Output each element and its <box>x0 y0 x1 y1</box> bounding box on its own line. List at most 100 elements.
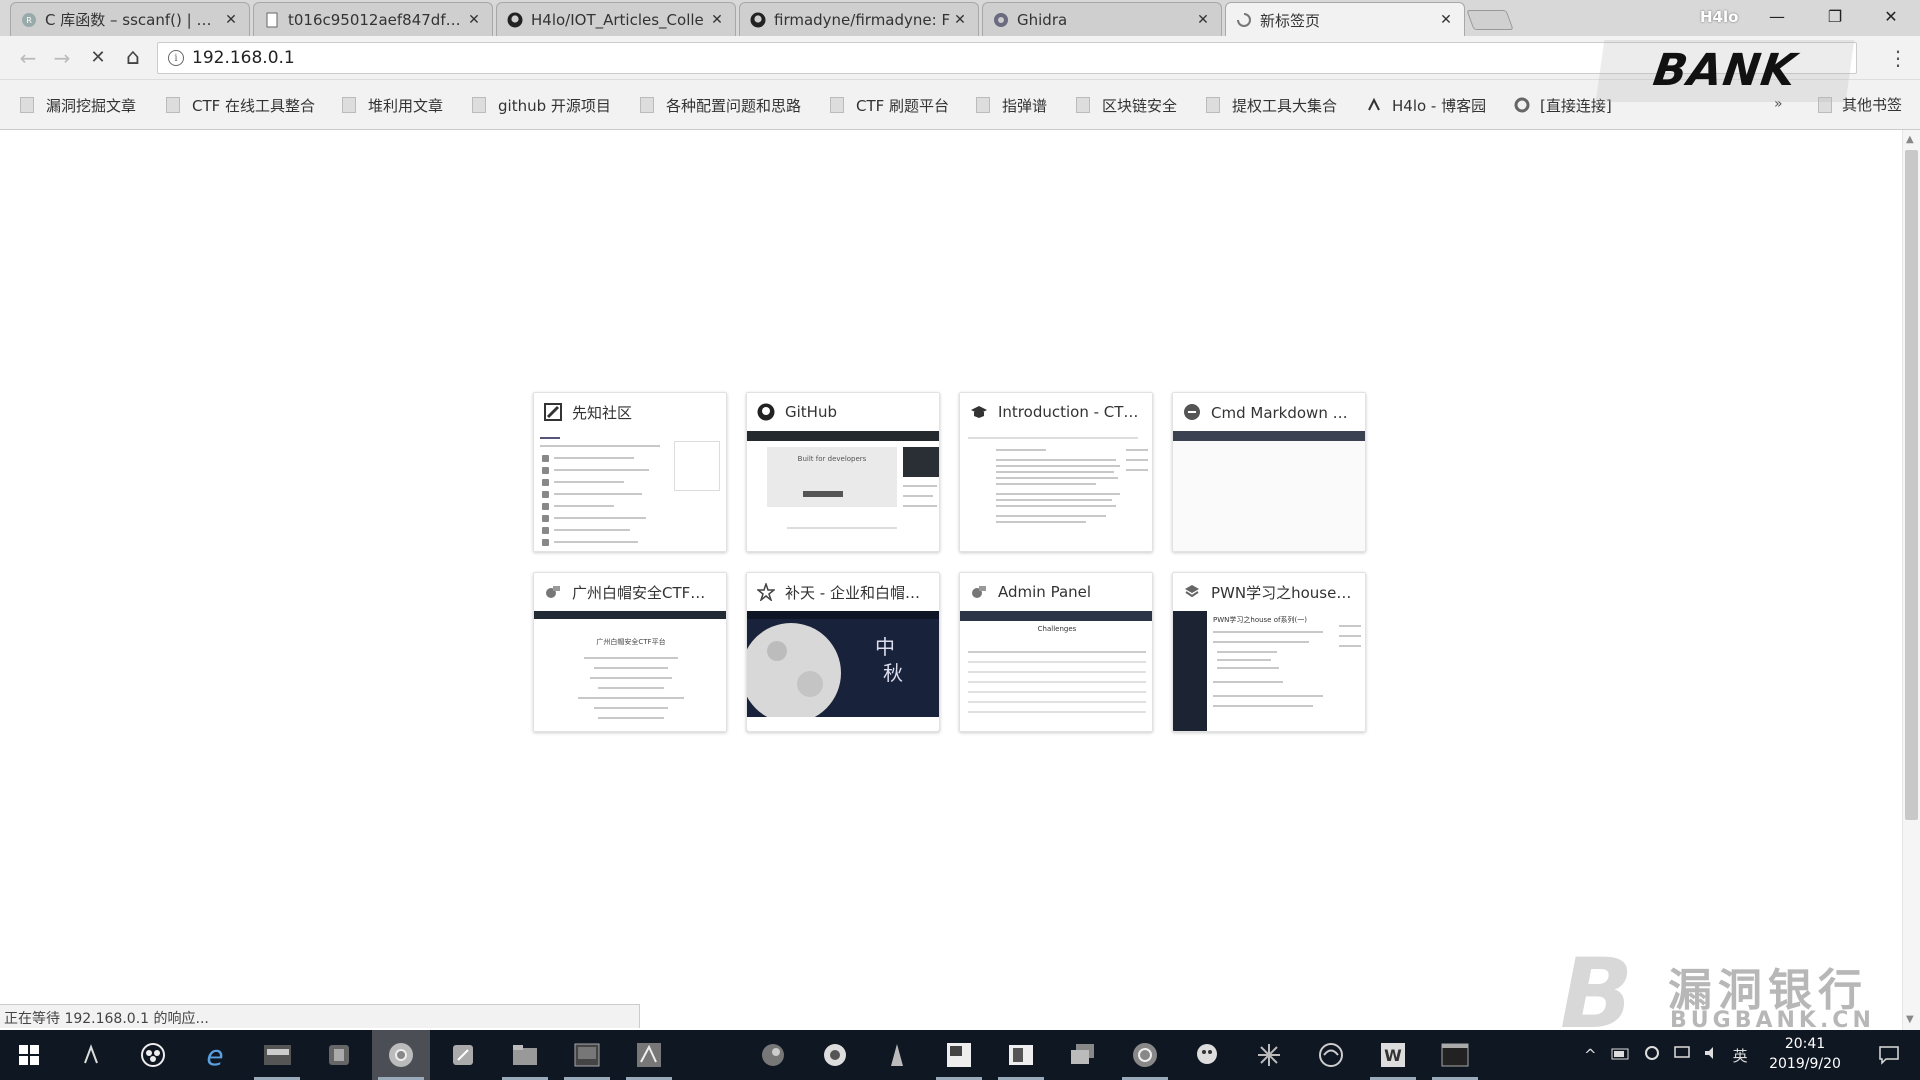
tile-title: GitHub <box>785 403 837 421</box>
taskbar-item[interactable] <box>1178 1030 1236 1080</box>
start-button[interactable] <box>0 1030 58 1080</box>
most-visited-tile[interactable]: 先知社区 <box>533 392 727 552</box>
menu-button[interactable]: ⋮ <box>1888 46 1908 70</box>
tab-close-button[interactable]: ✕ <box>709 12 725 28</box>
most-visited-tile[interactable]: Cmd Markdown 编... <box>1172 392 1366 552</box>
most-visited-tile[interactable]: Admin Panel Challenges <box>959 572 1153 732</box>
taskbar-item[interactable] <box>1302 1030 1360 1080</box>
taskbar-item[interactable] <box>1054 1030 1112 1080</box>
tab-sscanf[interactable]: R C 库函数 – sscanf() | 菜鸟 ✕ <box>10 2 250 36</box>
site-info-icon[interactable]: i <box>168 50 184 66</box>
taskbar-item[interactable] <box>62 1030 120 1080</box>
tab-ghidra[interactable]: Ghidra ✕ <box>982 2 1222 36</box>
bookmark-folder[interactable]: CTF 在线工具整合 <box>166 94 315 116</box>
tab-firmadyne[interactable]: firmadyne/firmadyne: F ✕ <box>739 2 979 36</box>
qq-icon <box>1193 1041 1221 1069</box>
url-text[interactable]: 192.168.0.1 <box>192 48 295 68</box>
new-tab-button[interactable] <box>1466 10 1514 30</box>
app-icon <box>325 1041 353 1069</box>
clock-time: 20:41 <box>1784 1036 1826 1052</box>
taskbar-item[interactable] <box>248 1030 306 1080</box>
ime-indicator[interactable]: 英 <box>1733 1045 1748 1066</box>
system-tray: ^ 英 <box>1584 1030 1748 1080</box>
tab-close-button[interactable]: ✕ <box>1438 12 1454 28</box>
admin-icon <box>970 583 988 601</box>
close-window-button[interactable]: ✕ <box>1862 0 1920 32</box>
taskbar-item[interactable] <box>992 1030 1050 1080</box>
network-status-icon[interactable] <box>1673 1045 1691 1065</box>
notification-icon <box>1875 1041 1903 1069</box>
tile-thumbnail: PWN学习之house of系列(一) <box>1173 611 1365 731</box>
bookmark-folder[interactable]: github 开源项目 <box>472 94 611 116</box>
taskbar-item[interactable] <box>372 1030 430 1080</box>
forward-button[interactable]: → <box>50 46 74 70</box>
volume-icon[interactable] <box>1703 1045 1721 1065</box>
most-visited-tile[interactable]: PWN学习之house o... PWN学习之house of系列(一) <box>1172 572 1366 732</box>
taskbar-item[interactable] <box>868 1030 926 1080</box>
scrollbar-thumb[interactable] <box>1905 150 1918 820</box>
taskbar-item[interactable] <box>1426 1030 1484 1080</box>
explorer-icon <box>511 1041 539 1069</box>
most-visited-tile[interactable]: GitHub Built for developers <box>746 392 940 552</box>
battery-icon[interactable] <box>1611 1046 1631 1064</box>
most-visited-tile[interactable]: Introduction - CTF ... <box>959 392 1153 552</box>
taskbar-item[interactable] <box>124 1030 182 1080</box>
bookmark-label: 指弹谱 <box>1002 96 1048 115</box>
tile-thumbnail: Challenges <box>960 611 1152 731</box>
profile-name[interactable]: H4lo <box>1700 8 1738 26</box>
tab-new-tab[interactable]: 新标签页 ✕ <box>1225 2 1465 37</box>
notification-button[interactable] <box>1860 1030 1918 1080</box>
loading-icon <box>1236 12 1252 28</box>
tab-close-button[interactable]: ✕ <box>466 12 482 28</box>
svg-text:R: R <box>26 16 32 25</box>
bookmark-folder[interactable]: 指弹谱 <box>976 94 1047 116</box>
taskbar-item[interactable] <box>744 1030 802 1080</box>
most-visited-tile[interactable]: 补天 - 企业和白帽子... 中 秋 <box>746 572 940 732</box>
taskbar-item[interactable] <box>310 1030 368 1080</box>
tab-image[interactable]: t016c95012aef847df0.p ✕ <box>253 2 493 36</box>
home-button[interactable]: ⌂ <box>121 46 145 70</box>
page-icon <box>264 12 280 28</box>
folder-icon <box>976 97 990 113</box>
cortana-icon <box>77 1041 105 1069</box>
back-button[interactable]: ← <box>16 46 40 70</box>
xianzhi-icon <box>544 403 562 421</box>
task-view-icon <box>139 1041 167 1069</box>
scroll-up-icon[interactable]: ▲ <box>1906 134 1914 145</box>
butian-icon <box>757 583 775 601</box>
bookmark-folder[interactable]: CTF 刷题平台 <box>830 94 949 116</box>
tab-close-button[interactable]: ✕ <box>223 12 239 28</box>
maximize-button[interactable]: ❐ <box>1806 0 1864 32</box>
taskbar-item[interactable] <box>1240 1030 1298 1080</box>
tab-iot-articles[interactable]: H4lo/IOT_Articles_Colle ✕ <box>496 2 736 36</box>
minimize-button[interactable]: — <box>1748 0 1806 32</box>
bookmark-folder[interactable]: 提权工具大集合 <box>1206 94 1337 116</box>
taskbar-item[interactable] <box>806 1030 864 1080</box>
chevron-up-icon[interactable]: ^ <box>1584 1046 1597 1064</box>
taskbar-clock[interactable]: 20:41 2019/9/20 <box>1760 1034 1850 1074</box>
taskbar-item[interactable] <box>1116 1030 1174 1080</box>
taskbar-item[interactable] <box>496 1030 554 1080</box>
tab-close-button[interactable]: ✕ <box>1195 12 1211 28</box>
bookmark-folder[interactable]: 各种配置问题和思路 <box>640 94 801 116</box>
scroll-down-icon[interactable]: ▼ <box>1906 1014 1914 1025</box>
folder-icon <box>640 97 654 113</box>
tab-close-button[interactable]: ✕ <box>952 12 968 28</box>
thumbnail-text: Built for developers <box>797 455 867 463</box>
taskbar-item[interactable] <box>930 1030 988 1080</box>
bookmark-folder[interactable]: 漏洞挖掘文章 <box>20 94 136 116</box>
bookmark-folder[interactable]: 堆利用文章 <box>342 94 443 116</box>
taskbar-item[interactable] <box>434 1030 492 1080</box>
taskbar-item[interactable] <box>620 1030 678 1080</box>
bookmark-site[interactable]: H4lo - 博客园 <box>1366 94 1486 116</box>
taskbar-item[interactable] <box>558 1030 616 1080</box>
folder-icon <box>20 97 34 113</box>
stop-button[interactable]: ✕ <box>86 46 110 70</box>
most-visited-tile[interactable]: 广州白帽安全CTF平台 广州白帽安全CTF平台 <box>533 572 727 732</box>
taskbar-item[interactable]: W <box>1364 1030 1422 1080</box>
tab-strip: R C 库函数 – sscanf() | 菜鸟 ✕ t016c95012aef8… <box>0 0 1920 37</box>
sync-icon[interactable] <box>1643 1045 1661 1065</box>
taskbar-item[interactable]: e <box>186 1030 244 1080</box>
bookmark-folder[interactable]: 区块链安全 <box>1076 94 1177 116</box>
markdown-icon <box>1183 403 1201 421</box>
